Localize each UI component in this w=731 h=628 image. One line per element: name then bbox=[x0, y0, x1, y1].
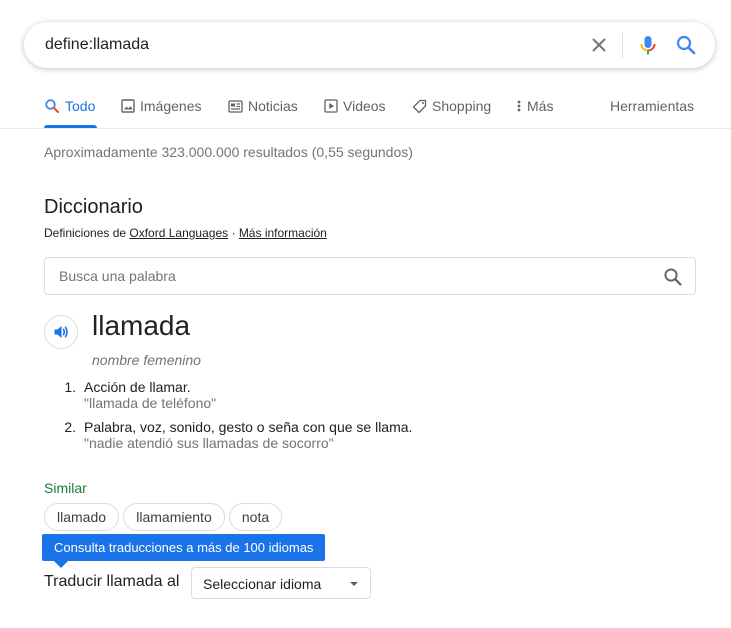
source-prefix: Definiciones de bbox=[44, 226, 130, 240]
search-input[interactable]: define:llamada bbox=[45, 36, 149, 54]
translate-tooltip: Consulta traducciones a más de 100 idiom… bbox=[42, 534, 326, 561]
speaker-icon bbox=[54, 326, 68, 338]
tab-videos[interactable]: Videos bbox=[324, 98, 386, 114]
search-icon[interactable] bbox=[675, 34, 697, 56]
more-vert-icon bbox=[517, 100, 521, 112]
tag-icon bbox=[412, 99, 427, 113]
tabs-divider bbox=[0, 128, 731, 129]
news-icon bbox=[228, 99, 243, 113]
clear-icon[interactable] bbox=[588, 34, 610, 56]
tab-label: Noticias bbox=[248, 98, 298, 114]
definition-text: Palabra, voz, sonido, gesto o seña con q… bbox=[84, 419, 413, 435]
result-stats: Aproximadamente 323.000.000 resultados (… bbox=[44, 144, 413, 160]
similar-chip[interactable]: nota bbox=[229, 503, 282, 531]
definition-text: Acción de llamar. bbox=[84, 379, 191, 395]
tab-label: Shopping bbox=[432, 98, 492, 114]
more-info-link[interactable]: Más información bbox=[239, 226, 327, 240]
definition-number: 1. bbox=[64, 379, 76, 395]
tab-all[interactable]: Todo bbox=[44, 98, 95, 114]
source-separator: · bbox=[228, 226, 239, 240]
search-bar-divider bbox=[622, 32, 623, 58]
translate-label: Traducir llamada al bbox=[44, 573, 180, 590]
microphone-icon[interactable] bbox=[636, 33, 660, 57]
definition-number: 2. bbox=[64, 419, 76, 435]
definition-example: "nadie atendió sus llamadas de socorro" bbox=[84, 435, 334, 451]
tooltip-arrow bbox=[54, 561, 68, 568]
language-select[interactable]: Seleccionar idioma bbox=[191, 567, 371, 599]
similar-label: Similar bbox=[44, 480, 87, 496]
dictionary-source: Definiciones de Oxford Languages · Más i… bbox=[44, 226, 327, 240]
tab-label: Imágenes bbox=[140, 98, 202, 114]
search-icon bbox=[45, 99, 59, 113]
tab-news[interactable]: Noticias bbox=[228, 98, 298, 114]
part-of-speech: nombre femenino bbox=[92, 352, 201, 368]
tab-more[interactable]: Más bbox=[516, 98, 553, 114]
tab-label: Más bbox=[527, 98, 554, 114]
tab-shopping[interactable]: Shopping bbox=[412, 98, 491, 114]
search-bar: define:llamada bbox=[24, 22, 715, 68]
word-search-input[interactable] bbox=[59, 267, 639, 285]
similar-chip[interactable]: llamado bbox=[44, 503, 119, 531]
tools-label: Herramientas bbox=[610, 98, 695, 114]
tab-label: Todo bbox=[65, 98, 96, 114]
headword: llamada bbox=[92, 310, 191, 341]
tab-images[interactable]: Imágenes bbox=[121, 98, 201, 114]
image-icon bbox=[121, 99, 135, 113]
play-icon bbox=[324, 99, 338, 113]
tools-button[interactable]: Herramientas bbox=[610, 98, 694, 114]
oxford-languages-link[interactable]: Oxford Languages bbox=[129, 226, 228, 240]
caret-down-icon bbox=[350, 582, 358, 586]
search-icon[interactable] bbox=[663, 267, 683, 287]
similar-chip[interactable]: llamamiento bbox=[123, 503, 225, 531]
language-select-value: Seleccionar idioma bbox=[203, 576, 322, 592]
dictionary-title: Diccionario bbox=[44, 196, 143, 218]
tab-label: Videos bbox=[343, 98, 386, 114]
pronunciation-button[interactable] bbox=[44, 315, 78, 349]
word-search-box bbox=[44, 257, 696, 295]
definition-example: "llamada de teléfono" bbox=[84, 395, 217, 411]
